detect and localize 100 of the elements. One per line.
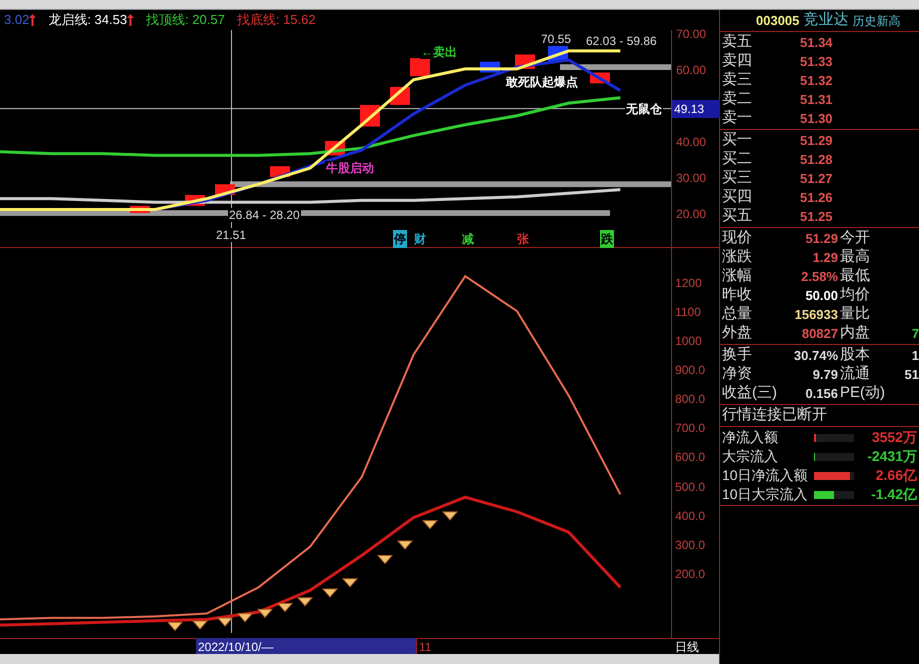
price-label: 62.03 - 59.86: [585, 34, 658, 48]
stat-label: 最高: [840, 247, 871, 268]
axis-label: 20.00: [676, 206, 706, 224]
stat-value: 51: [904, 366, 919, 384]
stat-label: 股本: [840, 345, 871, 365]
candle: [410, 58, 430, 76]
stat-label: 流通: [840, 364, 871, 384]
axis-label: 900.0: [675, 362, 706, 380]
axis-label: 200.0: [675, 566, 706, 583]
stock-code: 003005: [756, 12, 800, 30]
stat-label: 外盘: [721, 323, 753, 344]
stat-value: 156933: [794, 306, 838, 324]
stock-name: 竞业达: [803, 10, 848, 30]
signal-label: ←卖出: [420, 45, 458, 59]
period-label: 日线: [675, 638, 700, 656]
stat-value: 30.74%: [792, 346, 838, 365]
up-arrow-icon: [127, 14, 134, 26]
stat-value: 9.79: [812, 366, 838, 384]
order-level-label: 买一: [721, 130, 753, 150]
order-level-label: 买四: [721, 187, 753, 208]
flow-label: 大宗流入: [721, 447, 779, 466]
order-level-label: 买二: [721, 149, 753, 170]
cursor-date-label: 2022/10/10/—: [196, 638, 416, 656]
flow-value: 3552万: [870, 428, 918, 447]
stat-label: 涨跌: [721, 247, 753, 268]
stat-label: 涨幅: [721, 266, 753, 286]
stat-value: 0.156: [804, 384, 838, 403]
order-price: 51.29: [800, 132, 833, 150]
axis-label: 30.00: [676, 170, 706, 187]
order-level-label: 卖二: [721, 89, 753, 110]
order-price: 51.31: [800, 90, 833, 109]
stat-value: 7: [910, 324, 919, 343]
price-label: 21.51: [215, 228, 248, 242]
signal-marker: 财: [413, 231, 427, 248]
stat-label: 现价: [721, 228, 753, 248]
stat-label: 均价: [840, 285, 871, 306]
stat-value: 1: [910, 346, 919, 365]
stat-label: 昨收: [721, 285, 753, 306]
flow-label: 10日净流入额: [721, 466, 809, 485]
stat-label: 换手: [721, 345, 753, 366]
order-price: 51.30: [800, 110, 833, 128]
stat-label: 收益(三): [721, 383, 778, 404]
axis-label: 1000: [675, 333, 702, 350]
current-price-label: 49.13: [672, 100, 720, 118]
signal-marker: 停: [393, 230, 407, 248]
axis-label: 600.0: [675, 449, 706, 466]
signal-label: 牛股启动: [325, 161, 375, 175]
signal-label: 无鼠仓: [625, 102, 663, 116]
order-price: 51.32: [800, 72, 833, 90]
stat-value: 1.29: [812, 248, 838, 267]
signal-marker: 跌: [600, 230, 614, 248]
stat-label: PE(动): [840, 383, 886, 404]
price-label: 26.84 - 28.20: [228, 208, 301, 222]
flow-value: -1.42亿: [870, 485, 918, 504]
stat-label: 量比: [840, 304, 871, 324]
order-price: 51.34: [800, 34, 833, 52]
axis-label: 1200: [675, 275, 702, 292]
flow-label: 净流入额: [721, 428, 779, 447]
order-level-label: 卖三: [721, 70, 753, 90]
stat-label: 净资: [721, 364, 753, 384]
signal-marker: 减: [461, 231, 475, 248]
order-level-label: 买五: [721, 206, 753, 226]
stat-label: 内盘: [840, 323, 871, 344]
flow-value: 2.66亿: [874, 466, 918, 485]
axis-label: 400.0: [675, 508, 706, 525]
order-level-label: 卖一: [721, 108, 753, 128]
signal-label: 敢死队起爆点: [505, 75, 579, 89]
up-arrow-icon: [29, 14, 36, 26]
stat-value: 80827: [800, 324, 838, 343]
order-price: 51.26: [800, 188, 833, 207]
order-price: 51.33: [800, 52, 833, 71]
indicator-value: 找底线: 15.62: [236, 11, 316, 30]
flow-value: -2431万: [866, 447, 918, 466]
axis-label: 500.0: [675, 478, 706, 496]
axis-label: 800.0: [675, 391, 706, 408]
axis-label: 70.00: [676, 26, 706, 43]
price-label: 70.55: [540, 32, 572, 46]
order-price: 51.28: [800, 150, 833, 169]
axis-label: 60.00: [676, 62, 706, 79]
signal-marker: 张: [516, 231, 530, 248]
stat-label: 最低: [840, 266, 871, 286]
axis-label: 1100: [675, 304, 701, 322]
indicator-value: 3.02: [4, 11, 30, 30]
connection-status: 行情连接已断开: [721, 405, 827, 426]
stat-value: 2.58%: [800, 268, 838, 286]
stat-value: 51.29: [804, 230, 838, 248]
axis-label: 300.0: [675, 536, 706, 554]
order-price: 51.27: [800, 170, 833, 188]
flow-label: 10日大宗流入: [721, 485, 809, 504]
axis-label: 40.00: [676, 134, 706, 151]
indicator-value: 找顶线: 20.57: [146, 11, 225, 30]
stat-label: 今开: [840, 228, 871, 248]
stat-value: 50.00: [804, 286, 838, 305]
stat-label: 总量: [721, 304, 753, 324]
order-level-label: 卖四: [721, 51, 753, 72]
history-high-label: 历史新高: [852, 12, 900, 30]
axis-label: 700.0: [675, 420, 706, 438]
order-price: 51.25: [800, 208, 833, 226]
indicator-value: 龙启线: 34.53: [48, 11, 128, 30]
order-level-label: 卖五: [721, 32, 753, 52]
